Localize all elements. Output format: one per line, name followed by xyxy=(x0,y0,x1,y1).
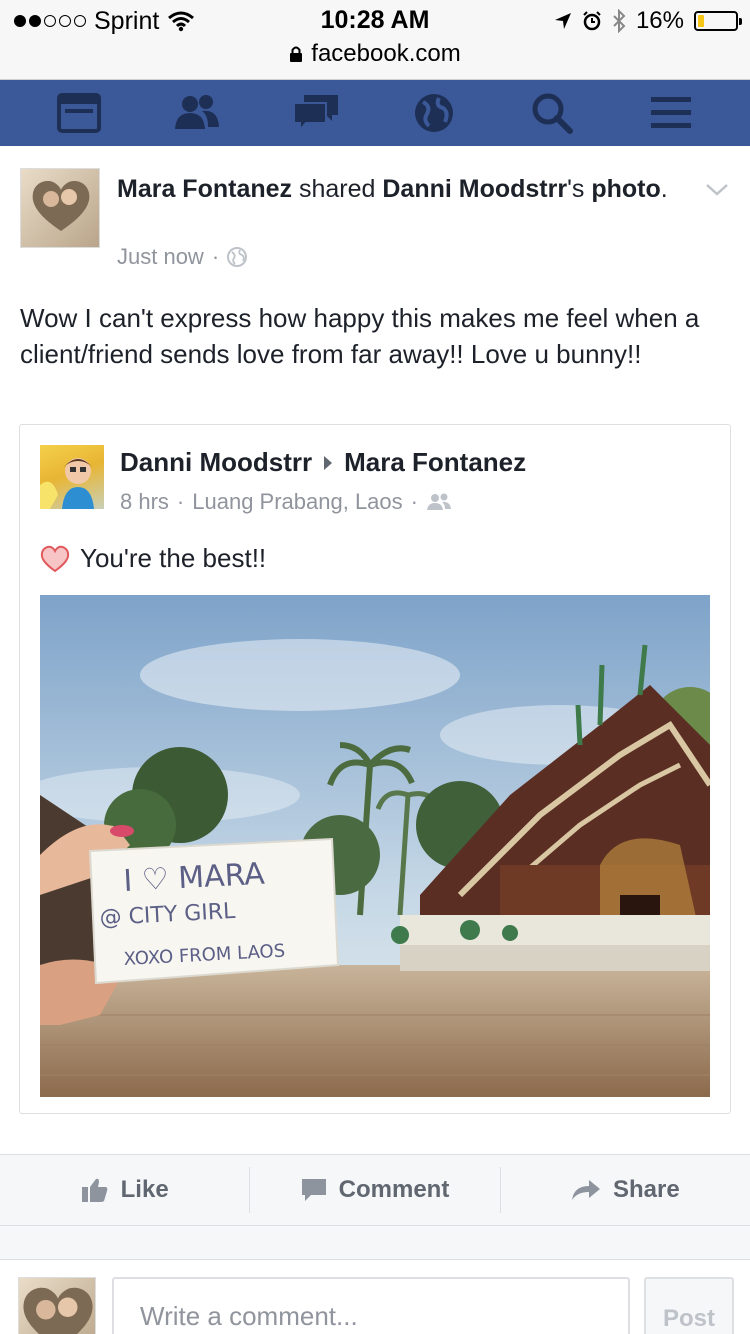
lock-icon xyxy=(290,46,303,62)
shared-post-time[interactable]: 8 hrs xyxy=(120,489,169,515)
original-author-name[interactable]: Danni Moodstrr xyxy=(382,175,567,203)
meta-separator: · xyxy=(176,489,185,514)
news-feed-button[interactable] xyxy=(39,88,119,138)
shared-post-location[interactable]: Luang Prabang, Laos xyxy=(192,489,402,515)
header-period: . xyxy=(660,175,668,203)
heart-icon xyxy=(40,545,70,572)
shared-post-meta: 8 hrs · Luang Prabang, Laos · xyxy=(120,489,452,515)
alarm-icon xyxy=(583,11,601,31)
search-icon xyxy=(532,93,574,134)
comment-button[interactable]: Comment xyxy=(250,1155,499,1225)
post-comment-button[interactable]: Post xyxy=(644,1277,734,1334)
avatar[interactable] xyxy=(20,168,100,248)
like-label: Like xyxy=(120,1176,169,1203)
avatar[interactable] xyxy=(40,445,104,509)
note-line-1: I ♡ MARA xyxy=(123,857,266,899)
thumbs-up-icon xyxy=(81,1178,107,1202)
comment-input[interactable]: Write a comment... xyxy=(112,1277,630,1334)
menu-icon xyxy=(650,97,691,128)
status-right: 16% xyxy=(554,6,742,36)
shared-post-names: Danni Moodstrr Mara Fontanez xyxy=(120,447,526,478)
menu-button[interactable] xyxy=(631,88,711,138)
friend-requests-button[interactable] xyxy=(157,88,237,138)
share-arrow-icon xyxy=(571,1180,600,1200)
friend-requests-icon xyxy=(175,95,220,129)
share-label: Share xyxy=(612,1176,680,1203)
post-body: Wow I can't express how happy this makes… xyxy=(20,303,700,369)
facebook-nav-bar xyxy=(0,80,750,146)
friends-audience-icon xyxy=(426,493,451,510)
ios-status-bar: Sprint 10:28 AM 16% facebook.com xyxy=(0,0,750,80)
like-button[interactable]: Like xyxy=(0,1155,249,1225)
notifications-globe-icon xyxy=(415,94,454,132)
post-header: Mara Fontanez shared Danni Moodstrr's ph… xyxy=(117,172,677,206)
post-timestamp[interactable]: Just now xyxy=(117,244,204,270)
comment-label: Comment xyxy=(338,1176,450,1203)
profile-photo-heart xyxy=(32,181,90,231)
avatar xyxy=(18,1277,96,1334)
shared-post-text: You're the best!! xyxy=(40,543,266,574)
post-action-bar: Like Comment Share xyxy=(0,1154,750,1226)
comment-bubble-icon xyxy=(301,1179,326,1201)
shared-verb: shared xyxy=(292,175,383,203)
url-text: facebook.com xyxy=(311,40,461,67)
public-globe-icon xyxy=(227,247,248,267)
location-arrow-icon xyxy=(554,13,571,29)
photo-link[interactable]: photo xyxy=(591,175,660,203)
section-spacer xyxy=(0,1226,750,1260)
messages-button[interactable] xyxy=(276,88,356,138)
shared-from-name[interactable]: Danni Moodstrr xyxy=(120,447,312,478)
temple-photo: I ♡ MARA @ CITY GIRL XOXO FROM LAOS xyxy=(40,595,710,1097)
battery-percent: 16% xyxy=(635,7,684,34)
author-name[interactable]: Mara Fontanez xyxy=(117,175,292,203)
profile-photo-danni xyxy=(40,458,94,509)
post-meta: Just now · xyxy=(117,244,248,270)
url-bar[interactable]: facebook.com xyxy=(0,40,750,68)
meta-separator: · xyxy=(211,244,220,269)
notifications-button[interactable] xyxy=(394,88,474,138)
shared-post-body: You're the best!! xyxy=(80,543,267,573)
messages-icon xyxy=(292,95,338,133)
shared-to-name[interactable]: Mara Fontanez xyxy=(344,447,526,478)
meta-separator: · xyxy=(410,489,418,514)
shared-post-card[interactable]: Danni Moodstrr Mara Fontanez 8 hrs · Lua… xyxy=(19,424,731,1114)
search-button[interactable] xyxy=(512,88,592,138)
bluetooth-icon xyxy=(613,9,626,33)
share-button[interactable]: Share xyxy=(501,1155,750,1225)
possessive: 's xyxy=(567,175,585,203)
comment-composer: Write a comment... Post xyxy=(0,1261,750,1334)
arrow-right-icon xyxy=(324,455,333,470)
profile-photo-heart xyxy=(23,1287,93,1334)
shared-photo[interactable]: I ♡ MARA @ CITY GIRL XOXO FROM LAOS xyxy=(40,595,710,1097)
battery-icon xyxy=(694,11,742,31)
news-feed-icon xyxy=(57,93,102,133)
post-options-chevron-icon[interactable] xyxy=(704,176,730,202)
